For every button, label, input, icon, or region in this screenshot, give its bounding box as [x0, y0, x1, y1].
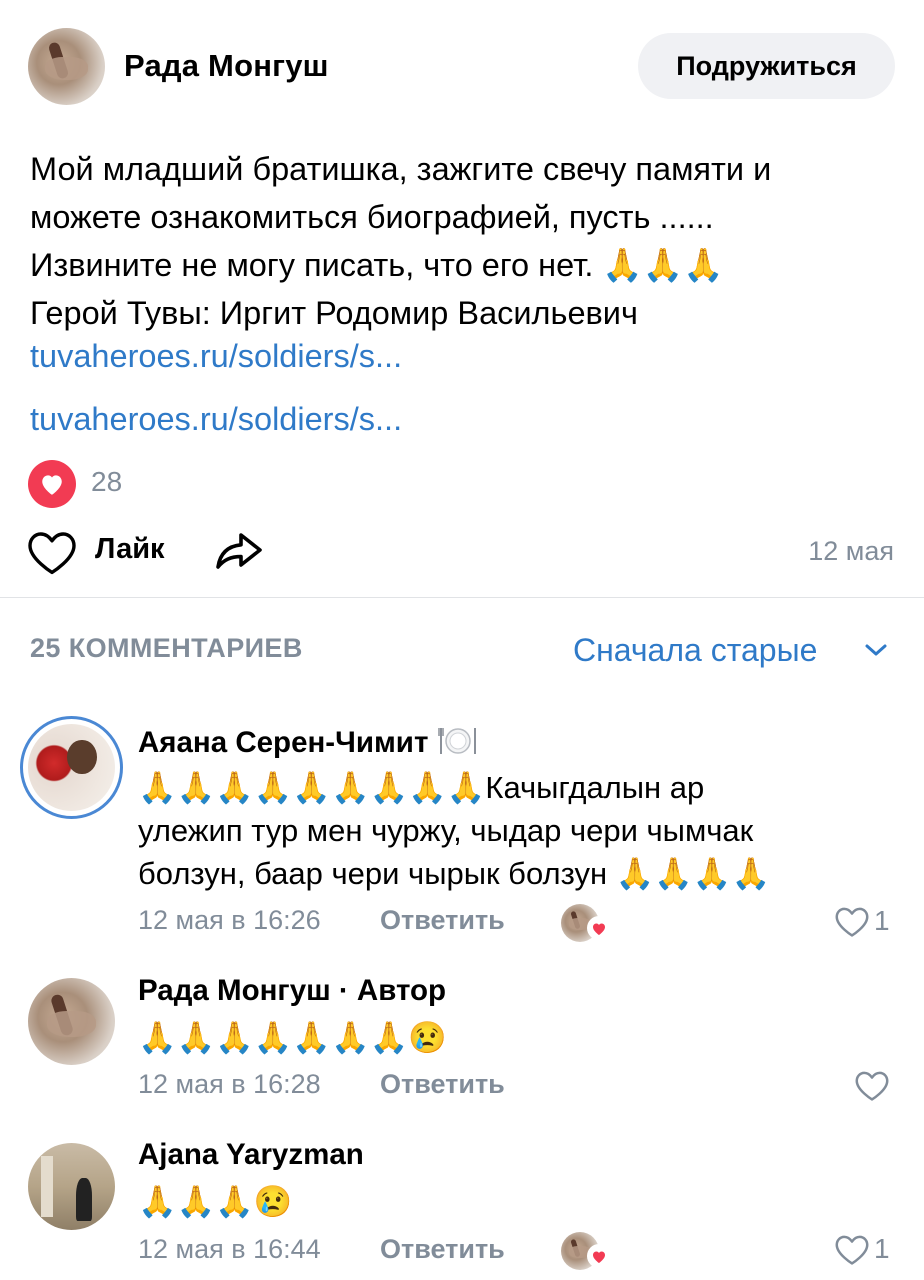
- reply-button[interactable]: Ответить: [380, 905, 505, 936]
- reply-button[interactable]: Ответить: [380, 1069, 505, 1100]
- sort-order-dropdown[interactable]: Сначала старые: [573, 632, 817, 669]
- comment-author[interactable]: Аяана Серен-Чимит: [138, 724, 479, 764]
- comment-time: 12 мая в 16:28: [138, 1069, 321, 1099]
- comment-like-count: 1: [874, 905, 890, 936]
- comment-text-line: 🙏🙏🙏😢: [138, 1184, 293, 1219]
- post-text-line: можете ознакомиться биографией, пусть ..…: [30, 199, 714, 235]
- heart-filled-icon: [587, 1244, 611, 1268]
- comment-text-line: 🙏🙏🙏🙏🙏🙏🙏🙏🙏Качыгдалын ар: [138, 770, 705, 805]
- comment-time: 12 мая в 16:44: [138, 1234, 321, 1264]
- comment-time: 12 мая в 16:26: [138, 905, 321, 935]
- reaction-badge[interactable]: [28, 460, 76, 508]
- chevron-down-icon[interactable]: [863, 640, 889, 660]
- comment-text-line: болзун, баар чери чырык болзун 🙏🙏🙏🙏: [138, 856, 771, 891]
- comment-text: 🙏🙏🙏😢: [138, 1180, 898, 1223]
- comment-avatar[interactable]: [28, 978, 115, 1065]
- plate-icon: [437, 728, 476, 754]
- post-link-inline[interactable]: tuvaheroes.ru/soldiers/s...: [30, 338, 402, 375]
- like-button-label[interactable]: Лайк: [95, 533, 165, 566]
- post-text-line: Извините не могу писать, что его нет. 🙏🙏…: [30, 247, 724, 283]
- post-author-avatar[interactable]: [28, 28, 105, 105]
- comment-text: 🙏🙏🙏🙏🙏🙏🙏😢: [138, 1016, 898, 1059]
- post-text-line: Мой младший братишка, зажгите свечу памя…: [30, 151, 772, 187]
- heart-outline-icon[interactable]: [834, 1234, 870, 1266]
- reply-button[interactable]: Ответить: [380, 1234, 505, 1265]
- share-arrow-icon[interactable]: [212, 528, 264, 574]
- divider: [0, 597, 924, 598]
- comment-author[interactable]: Ajana Yaryzman: [138, 1138, 364, 1172]
- comment-text: 🙏🙏🙏🙏🙏🙏🙏🙏🙏Качыгдалын ар улежип тур мен чу…: [138, 766, 898, 895]
- comment-like-count: 1: [874, 1233, 890, 1264]
- comments-count: 25 КОММЕНТАРИЕВ: [30, 633, 303, 663]
- heart-outline-icon[interactable]: [834, 906, 870, 938]
- comment-author-name: Аяана Серен-Чимит: [138, 725, 429, 759]
- comment-avatar[interactable]: [28, 724, 115, 811]
- heart-filled-icon: [42, 475, 62, 495]
- post-text: Мой младший братишка, зажгите свечу памя…: [30, 145, 910, 337]
- comment-text-line: улежип тур мен чуржу, чыдар чери чымчак: [138, 813, 754, 848]
- post-text-line: Герой Тувы: Иргит Родомир Васильевич: [30, 295, 638, 331]
- heart-filled-icon: [587, 916, 611, 940]
- post-author-name[interactable]: Рада Монгуш: [124, 48, 329, 84]
- comment-text-line: 🙏🙏🙏🙏🙏🙏🙏😢: [138, 1020, 447, 1055]
- comment-author[interactable]: Рада Монгуш · Автор: [138, 974, 446, 1008]
- comment-avatar[interactable]: [28, 1143, 115, 1230]
- heart-outline-icon[interactable]: [854, 1070, 890, 1102]
- post-link-attachment[interactable]: tuvaheroes.ru/soldiers/s...: [30, 401, 402, 438]
- post-date: 12 мая: [808, 536, 894, 566]
- reactions-count[interactable]: 28: [91, 466, 122, 498]
- add-friend-button[interactable]: Подружиться: [638, 33, 895, 99]
- heart-outline-icon[interactable]: [26, 530, 78, 576]
